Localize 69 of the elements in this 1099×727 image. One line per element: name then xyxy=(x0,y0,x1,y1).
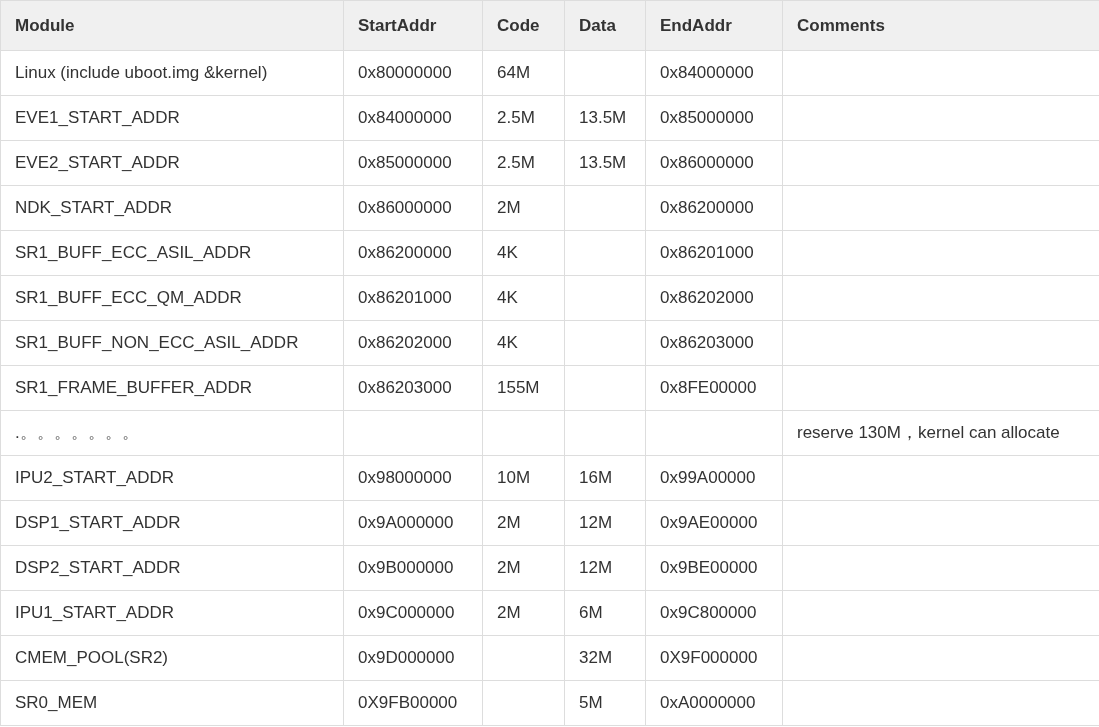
column-header: Module xyxy=(0,0,344,51)
table-cell: 13.5M xyxy=(564,140,646,186)
table-cell: 12M xyxy=(564,545,646,591)
table-cell: Linux (include uboot.img &kernel) xyxy=(0,50,344,96)
table-cell: 2.5M xyxy=(482,95,565,141)
table-cell: 13.5M xyxy=(564,95,646,141)
table-cell: 2M xyxy=(482,185,565,231)
table-cell: 0x84000000 xyxy=(343,95,483,141)
table-cell: DSP2_START_ADDR xyxy=(0,545,344,591)
table-cell: 32M xyxy=(564,635,646,681)
table-cell: IPU1_START_ADDR xyxy=(0,590,344,636)
column-header: EndAddr xyxy=(645,0,783,51)
table-cell: 2M xyxy=(482,590,565,636)
table-cell: 10M xyxy=(482,455,565,501)
table-cell: SR1_BUFF_ECC_ASIL_ADDR xyxy=(0,230,344,276)
table-cell: 0x8FE00000 xyxy=(645,365,783,411)
table-cell: 0x86201000 xyxy=(343,275,483,321)
table-cell: EVE1_START_ADDR xyxy=(0,95,344,141)
table-cell: NDK_START_ADDR xyxy=(0,185,344,231)
table-cell: 64M xyxy=(482,50,565,96)
table-cell: 0x98000000 xyxy=(343,455,483,501)
table-cell: 0xA0000000 xyxy=(645,680,783,726)
table-cell: 0x84000000 xyxy=(645,50,783,96)
table-cell: 0x86200000 xyxy=(645,185,783,231)
table-cell: 0x9BE00000 xyxy=(645,545,783,591)
table-cell: 0x86202000 xyxy=(343,320,483,366)
table-cell: 0x9B000000 xyxy=(343,545,483,591)
table-cell: SR0_MEM xyxy=(0,680,344,726)
table-cell: 0x9D000000 xyxy=(343,635,483,681)
table-cell: 4K xyxy=(482,320,565,366)
table-cell: 0x85000000 xyxy=(645,95,783,141)
table-cell: 4K xyxy=(482,275,565,321)
table-cell: 155M xyxy=(482,365,565,411)
table-cell: 0x86202000 xyxy=(645,275,783,321)
table-cell: 0x86203000 xyxy=(343,365,483,411)
table-cell: 0x99A00000 xyxy=(645,455,783,501)
table-cell: EVE2_START_ADDR xyxy=(0,140,344,186)
table-cell: 0x86201000 xyxy=(645,230,783,276)
table-cell: 0X9F000000 xyxy=(645,635,783,681)
table-cell: 12M xyxy=(564,500,646,546)
table-cell: 0x9C000000 xyxy=(343,590,483,636)
table-cell: SR1_FRAME_BUFFER_ADDR xyxy=(0,365,344,411)
table-cell: 0x9A000000 xyxy=(343,500,483,546)
table-cell: 0X9FB00000 xyxy=(343,680,483,726)
table-cell: SR1_BUFF_ECC_QM_ADDR xyxy=(0,275,344,321)
column-header: Comments xyxy=(782,0,1099,51)
table-cell: 5M xyxy=(564,680,646,726)
table-cell: 2M xyxy=(482,500,565,546)
table-cell: CMEM_POOL(SR2) xyxy=(0,635,344,681)
column-header: Data xyxy=(564,0,646,51)
table-cell: 0x85000000 xyxy=(343,140,483,186)
table-cell: 2.5M xyxy=(482,140,565,186)
table-cell: 16M xyxy=(564,455,646,501)
table-cell: 6M xyxy=(564,590,646,636)
table-cell: 4K xyxy=(482,230,565,276)
table-cell: .。。。。。。。 xyxy=(0,410,344,456)
table-cell: 0x86000000 xyxy=(343,185,483,231)
table-cell: 0x86200000 xyxy=(343,230,483,276)
table-cell: 0x86203000 xyxy=(645,320,783,366)
table-cell: SR1_BUFF_NON_ECC_ASIL_ADDR xyxy=(0,320,344,366)
column-header: Code xyxy=(482,0,565,51)
table-cell: 0x80000000 xyxy=(343,50,483,96)
table-cell: 0x86000000 xyxy=(645,140,783,186)
table-cell: IPU2_START_ADDR xyxy=(0,455,344,501)
table-cell: 0x9AE00000 xyxy=(645,500,783,546)
table-cell: 2M xyxy=(482,545,565,591)
table-cell: 0x9C800000 xyxy=(645,590,783,636)
table-cell: DSP1_START_ADDR xyxy=(0,500,344,546)
column-header: StartAddr xyxy=(343,0,483,51)
